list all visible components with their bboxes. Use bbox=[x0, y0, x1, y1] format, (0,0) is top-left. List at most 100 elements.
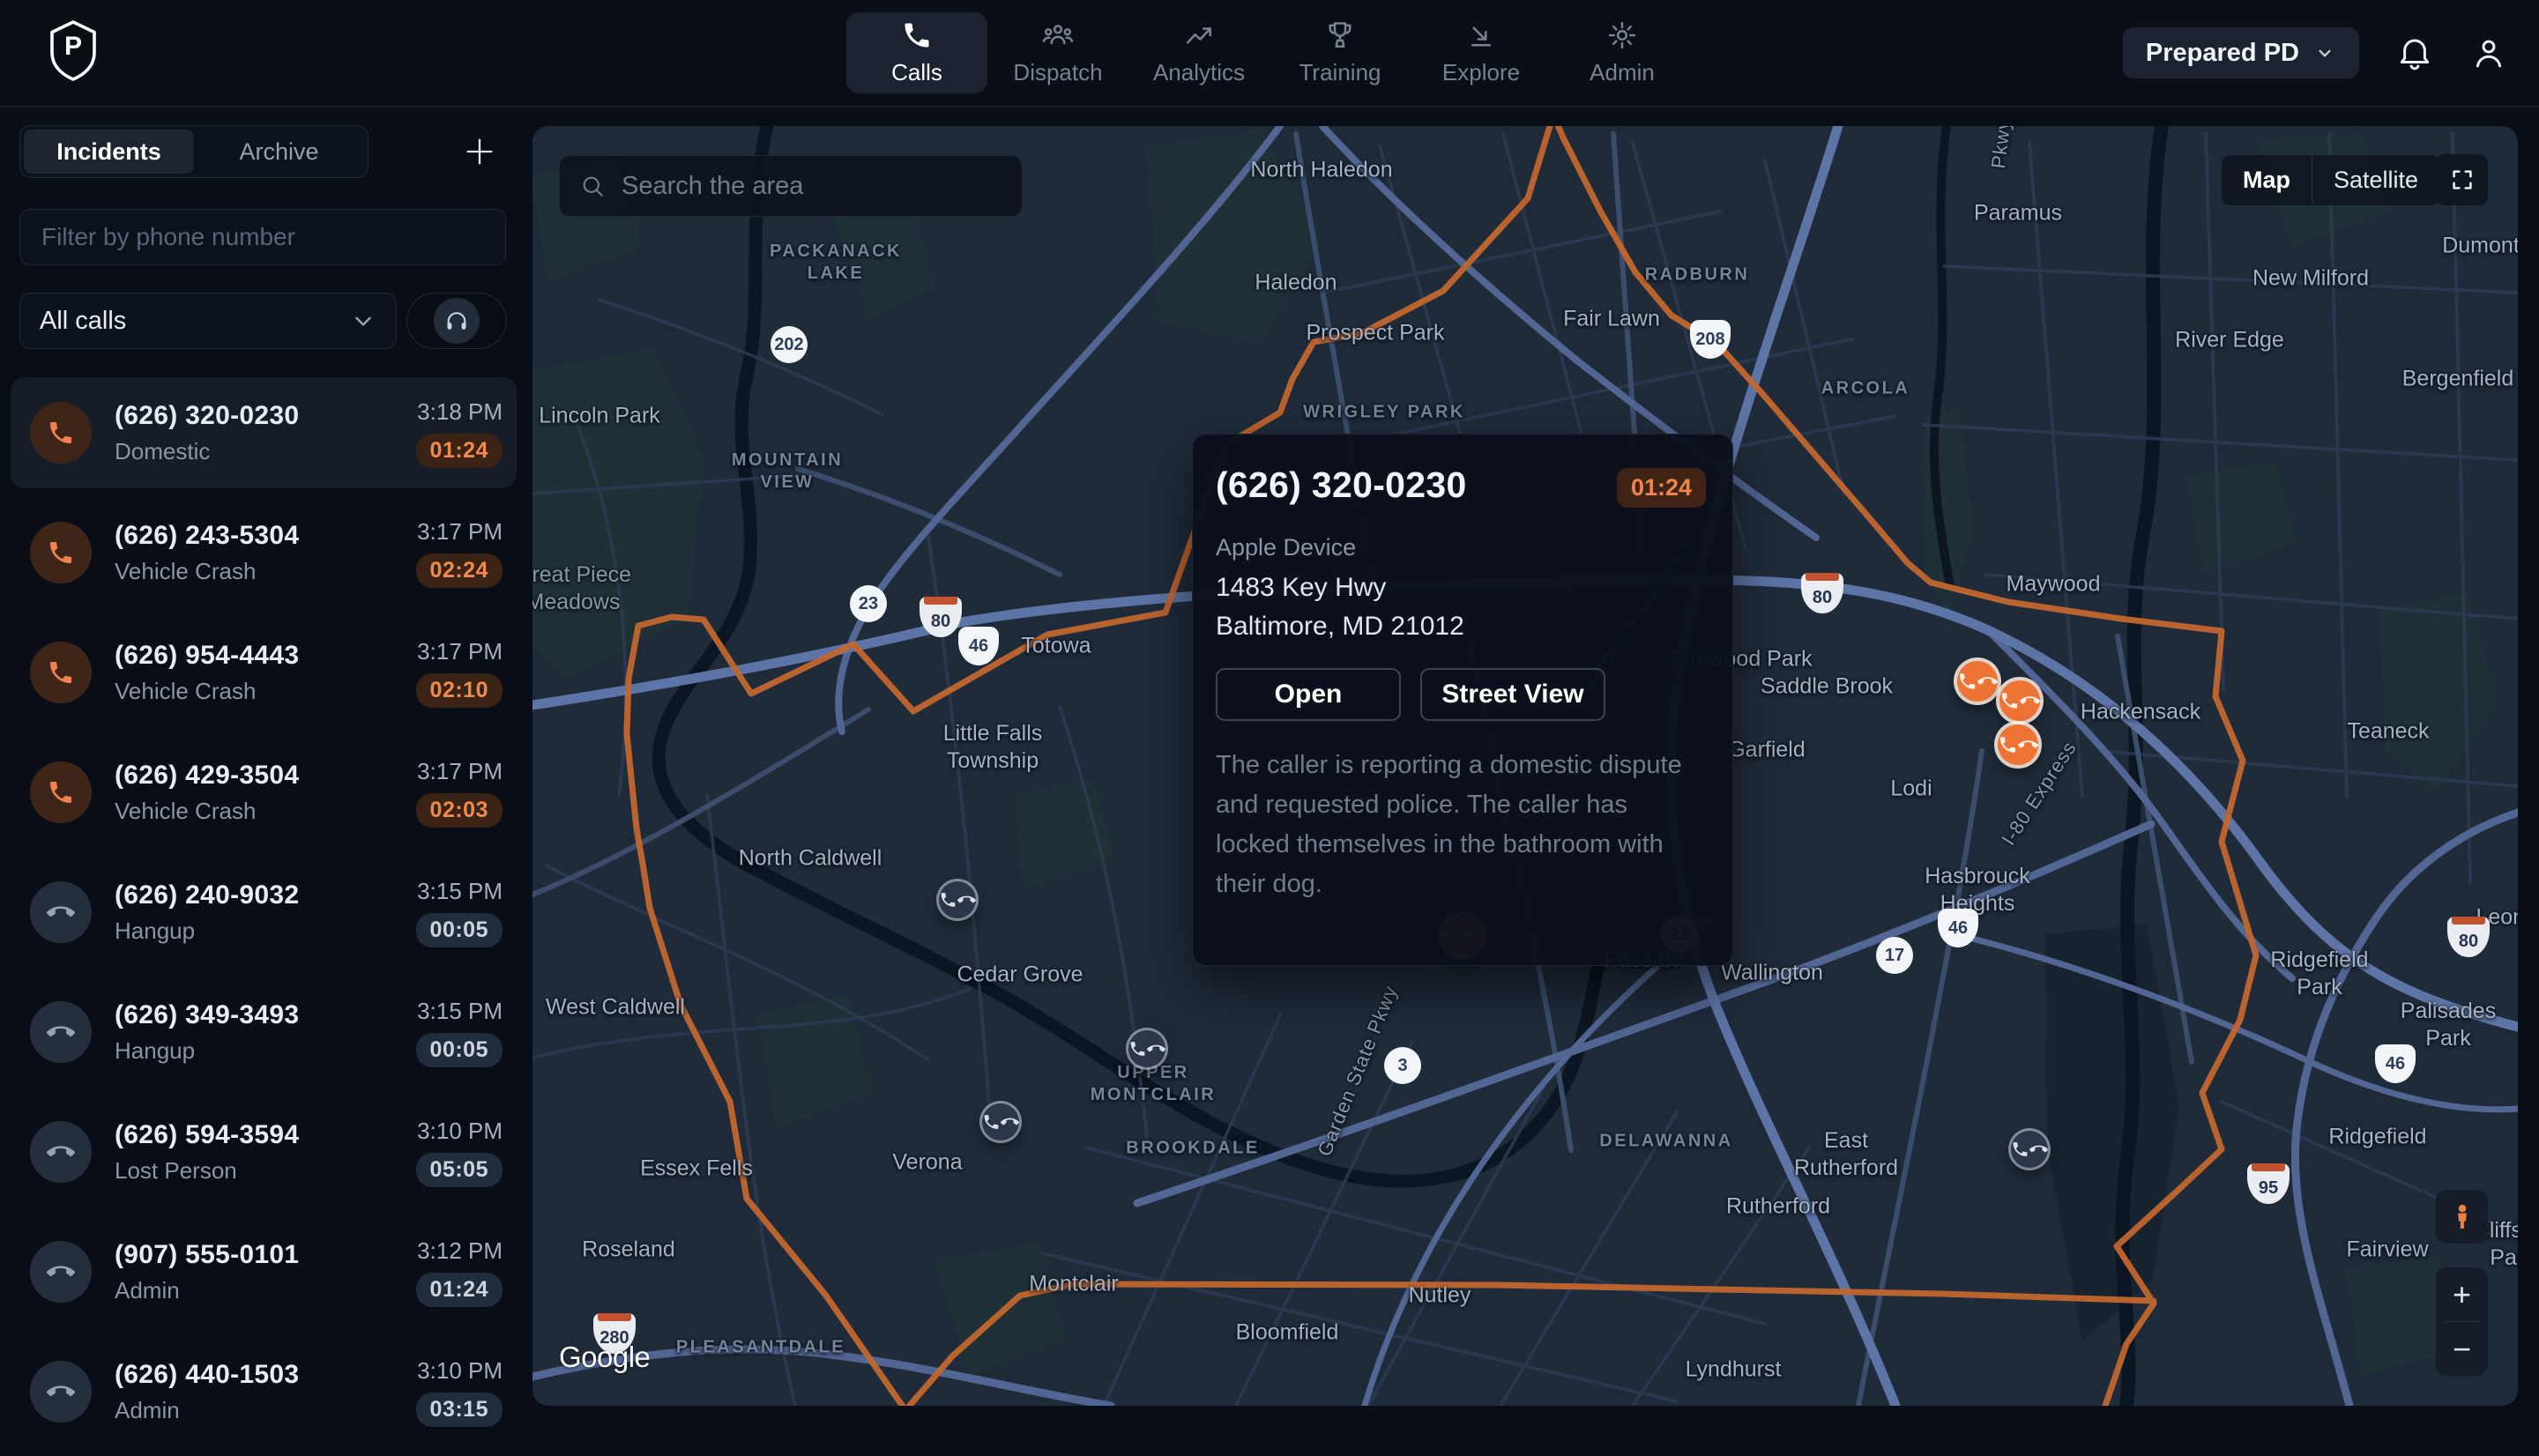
call-info: (626) 240-9032 Hangup bbox=[115, 880, 299, 945]
top-nav: P Calls Dispatch Analytics Training Expl… bbox=[0, 0, 2539, 108]
call-status-avatar bbox=[30, 1361, 92, 1423]
nav-right: Prepared PD bbox=[2123, 0, 2507, 106]
phone-icon bbox=[1128, 1038, 1147, 1059]
headphones-icon bbox=[434, 298, 480, 344]
call-phone-number: (626) 429-3504 bbox=[115, 761, 299, 791]
call-list-item[interactable]: (626) 349-3493 Hangup 3:15 PM 00:05 bbox=[11, 977, 517, 1088]
tab-dispatch[interactable]: Dispatch bbox=[987, 12, 1128, 93]
call-marker[interactable] bbox=[1957, 661, 1998, 702]
call-phone-number: (626) 320-0230 bbox=[115, 401, 299, 431]
call-list-item[interactable]: (626) 594-3594 Lost Person 3:10 PM 05:05 bbox=[11, 1096, 517, 1207]
tab-training[interactable]: Training bbox=[1270, 12, 1411, 93]
tab-archive[interactable]: Archive bbox=[194, 130, 364, 174]
call-time: 3:15 PM bbox=[417, 878, 503, 905]
tab-admin[interactable]: Admin bbox=[1552, 12, 1693, 93]
map-search-input[interactable] bbox=[620, 171, 1002, 202]
call-list-item[interactable]: (907) 555-0101 Admin 3:12 PM 01:24 bbox=[11, 1216, 517, 1327]
call-type: Lost Person bbox=[115, 1157, 299, 1185]
tab-analytics[interactable]: Analytics bbox=[1128, 12, 1270, 93]
tab-label: Calls bbox=[891, 59, 942, 86]
map-zoom-control: + − bbox=[2436, 1267, 2488, 1376]
search-icon bbox=[579, 173, 606, 199]
call-marker[interactable] bbox=[1128, 1030, 1165, 1067]
call-info-popup: (626) 320-0230 01:24 Apple Device 1483 K… bbox=[1192, 434, 1733, 966]
tab-calls[interactable]: Calls bbox=[846, 12, 987, 93]
phone-down-icon bbox=[47, 1378, 75, 1406]
phone-filter-input[interactable] bbox=[19, 209, 506, 265]
phone-down-icon bbox=[2020, 690, 2040, 711]
street-view-pegman-button[interactable] bbox=[2436, 1190, 2488, 1244]
open-call-button[interactable]: Open bbox=[1216, 668, 1401, 721]
call-meta: 3:17 PM 02:03 bbox=[416, 758, 503, 828]
call-status-avatar bbox=[30, 402, 92, 464]
notifications-bell-icon[interactable] bbox=[2396, 34, 2433, 71]
zoom-out-button[interactable]: − bbox=[2436, 1322, 2488, 1376]
map-view-button[interactable]: Map bbox=[2222, 155, 2312, 205]
logo-letter: P bbox=[48, 32, 99, 62]
listen-toggle-button[interactable] bbox=[406, 293, 507, 349]
call-time: 3:17 PM bbox=[417, 518, 503, 546]
call-meta: 3:17 PM 02:10 bbox=[416, 638, 503, 708]
call-meta: 3:12 PM 01:24 bbox=[416, 1237, 503, 1307]
call-filter-select[interactable]: All calls bbox=[19, 293, 397, 349]
satellite-view-button[interactable]: Satellite bbox=[2312, 155, 2439, 205]
call-status-avatar bbox=[30, 761, 92, 823]
call-type: Vehicle Crash bbox=[115, 678, 299, 705]
call-info: (626) 440-1503 Admin bbox=[115, 1360, 299, 1424]
phone-down-icon bbox=[1001, 1111, 1019, 1133]
call-time: 3:10 PM bbox=[417, 1357, 503, 1385]
tab-label: Training bbox=[1299, 59, 1381, 86]
call-time: 3:10 PM bbox=[417, 1118, 503, 1145]
call-list-item[interactable]: (626) 240-9032 Hangup 3:15 PM 00:05 bbox=[11, 857, 517, 968]
user-account-icon[interactable] bbox=[2470, 34, 2507, 71]
call-meta: 3:10 PM 03:15 bbox=[416, 1357, 503, 1427]
call-duration-badge: 00:05 bbox=[416, 1033, 503, 1067]
fullscreen-icon bbox=[2449, 167, 2476, 193]
prepared-logo-icon[interactable]: P bbox=[48, 19, 99, 85]
tab-label: Admin bbox=[1590, 59, 1655, 86]
call-type: Admin bbox=[115, 1397, 299, 1424]
call-list-item[interactable]: (626) 429-3504 Vehicle Crash 3:17 PM 02:… bbox=[11, 737, 517, 848]
call-phone-number: (626) 440-1503 bbox=[115, 1360, 299, 1390]
call-list-item[interactable]: (626) 320-0230 Domestic 3:18 PM 01:24 bbox=[11, 377, 517, 488]
call-info: (626) 320-0230 Domestic bbox=[115, 401, 299, 465]
call-info: (626) 954-4443 Vehicle Crash bbox=[115, 641, 299, 705]
call-marker[interactable] bbox=[982, 1103, 1019, 1140]
list-mode-tabs: Incidents Archive bbox=[19, 125, 369, 178]
phone-down-icon bbox=[47, 1018, 75, 1046]
org-selector-button[interactable]: Prepared PD bbox=[2123, 27, 2359, 78]
phone-icon bbox=[1957, 671, 1977, 692]
phone-down-icon bbox=[47, 1138, 75, 1166]
popup-device-type: Apple Device bbox=[1216, 534, 1706, 561]
call-marker[interactable] bbox=[1998, 724, 2038, 765]
call-list-item[interactable]: (626) 243-5304 Vehicle Crash 3:17 PM 02:… bbox=[11, 497, 517, 608]
call-marker[interactable] bbox=[2011, 1131, 2048, 1168]
call-marker[interactable] bbox=[939, 881, 976, 918]
call-list-item[interactable]: (626) 440-1503 Admin 3:10 PM 03:15 bbox=[11, 1336, 517, 1447]
call-phone-number: (907) 555-0101 bbox=[115, 1240, 299, 1270]
call-duration-badge: 01:24 bbox=[416, 434, 503, 468]
fullscreen-button[interactable] bbox=[2436, 154, 2488, 205]
tab-label: Analytics bbox=[1153, 59, 1245, 86]
phone-down-icon bbox=[1147, 1038, 1165, 1059]
chevron-down-icon bbox=[2313, 41, 2336, 64]
phone-icon bbox=[1999, 690, 2020, 711]
tab-explore[interactable]: Explore bbox=[1411, 12, 1552, 93]
call-phone-number: (626) 954-4443 bbox=[115, 641, 299, 671]
zoom-in-button[interactable]: + bbox=[2436, 1267, 2488, 1321]
phone-icon bbox=[1998, 734, 2018, 755]
street-view-button[interactable]: Street View bbox=[1420, 668, 1605, 721]
popup-call-description: The caller is reporting a domestic dispu… bbox=[1216, 746, 1706, 904]
add-incident-button[interactable] bbox=[457, 129, 503, 175]
call-duration-badge: 02:24 bbox=[416, 553, 503, 588]
tab-incidents[interactable]: Incidents bbox=[24, 130, 194, 174]
phone-down-icon bbox=[47, 1258, 75, 1286]
call-marker[interactable] bbox=[1999, 680, 2040, 721]
plus-icon bbox=[462, 134, 497, 169]
call-status-avatar bbox=[30, 642, 92, 703]
call-type: Vehicle Crash bbox=[115, 798, 299, 825]
popup-address-line1: 1483 Key Hwy bbox=[1216, 568, 1706, 607]
call-list-item[interactable]: (626) 954-4443 Vehicle Crash 3:17 PM 02:… bbox=[11, 617, 517, 728]
call-duration-badge: 02:10 bbox=[416, 673, 503, 708]
call-status-avatar bbox=[30, 881, 92, 943]
